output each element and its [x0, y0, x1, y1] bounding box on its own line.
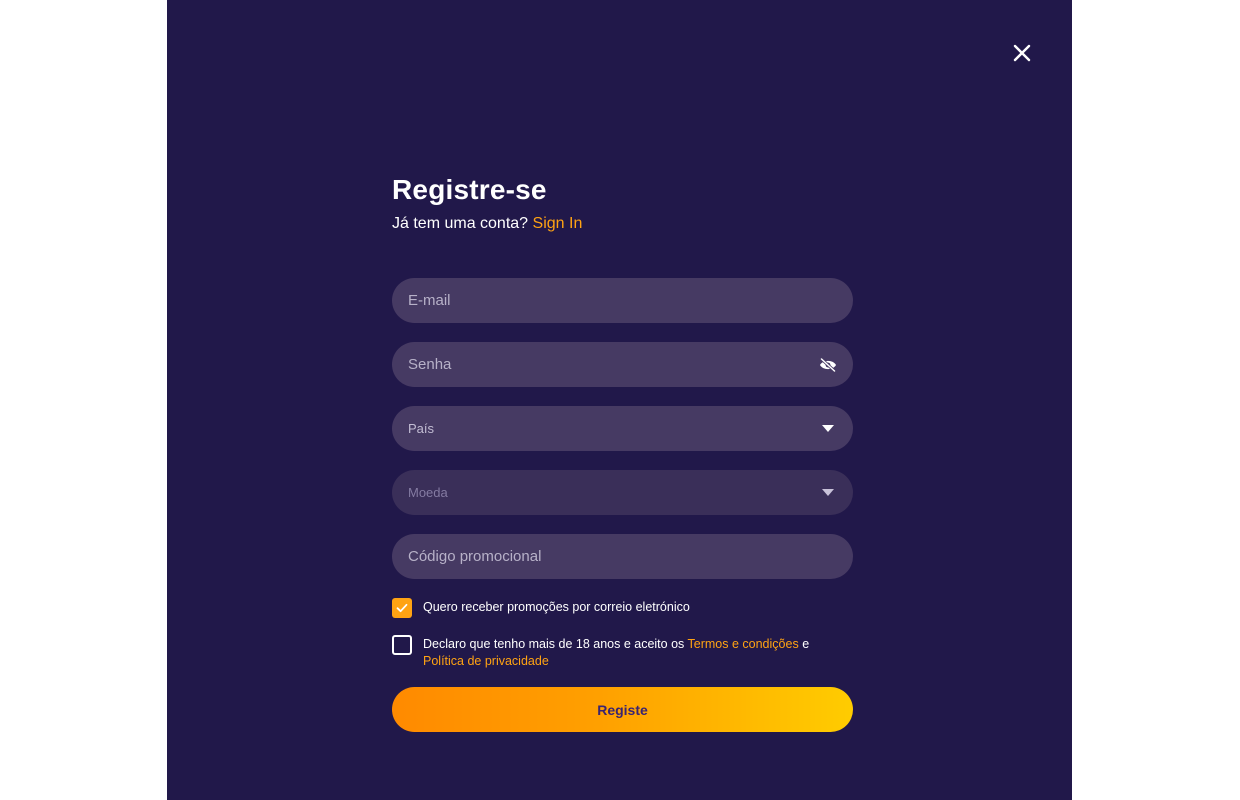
currency-select[interactable]: Moeda — [392, 470, 853, 515]
caret-down-icon — [819, 484, 837, 502]
registration-form: Registre-se Já tem uma conta? Sign In Pa… — [392, 174, 853, 732]
page-title: Registre-se — [392, 174, 547, 205]
eye-off-icon[interactable] — [819, 356, 837, 374]
terms-connector: e — [802, 637, 810, 651]
privacy-link[interactable]: Política de privacidade — [423, 654, 549, 668]
terms-checkbox[interactable] — [392, 635, 412, 655]
checkmark-icon — [396, 603, 408, 613]
caret-down-icon — [819, 420, 837, 438]
terms-text: Declaro que tenho mais de 18 anos e acei… — [423, 637, 685, 651]
promo-email-label: Quero receber promoções por correio elet… — [423, 600, 690, 614]
promo-email-option: Quero receber promoções por correio elet… — [392, 598, 853, 618]
password-input[interactable] — [408, 356, 819, 373]
signin-prompt-text: Já tem uma conta? — [392, 215, 529, 232]
signin-link[interactable]: Sign In — [533, 215, 583, 232]
signin-prompt: Já tem uma conta? Sign In — [392, 214, 853, 234]
promo-email-checkbox[interactable] — [392, 598, 412, 618]
currency-select-label: Moeda — [408, 485, 448, 500]
country-select-label: País — [408, 421, 435, 436]
promo-code-field[interactable] — [392, 534, 853, 579]
email-field[interactable] — [392, 278, 853, 323]
country-select[interactable]: País — [392, 406, 853, 451]
register-button[interactable]: Registe — [392, 687, 853, 732]
terms-label: Declaro que tenho mais de 18 anos e acei… — [423, 635, 809, 670]
close-icon[interactable] — [1011, 42, 1033, 64]
promo-code-input[interactable] — [408, 548, 837, 565]
registration-modal: Registre-se Já tem uma conta? Sign In Pa… — [167, 0, 1072, 800]
password-field[interactable] — [392, 342, 853, 387]
email-input[interactable] — [408, 292, 837, 309]
terms-link[interactable]: Termos e condições — [688, 637, 799, 651]
terms-option: Declaro que tenho mais de 18 anos e acei… — [392, 635, 853, 670]
